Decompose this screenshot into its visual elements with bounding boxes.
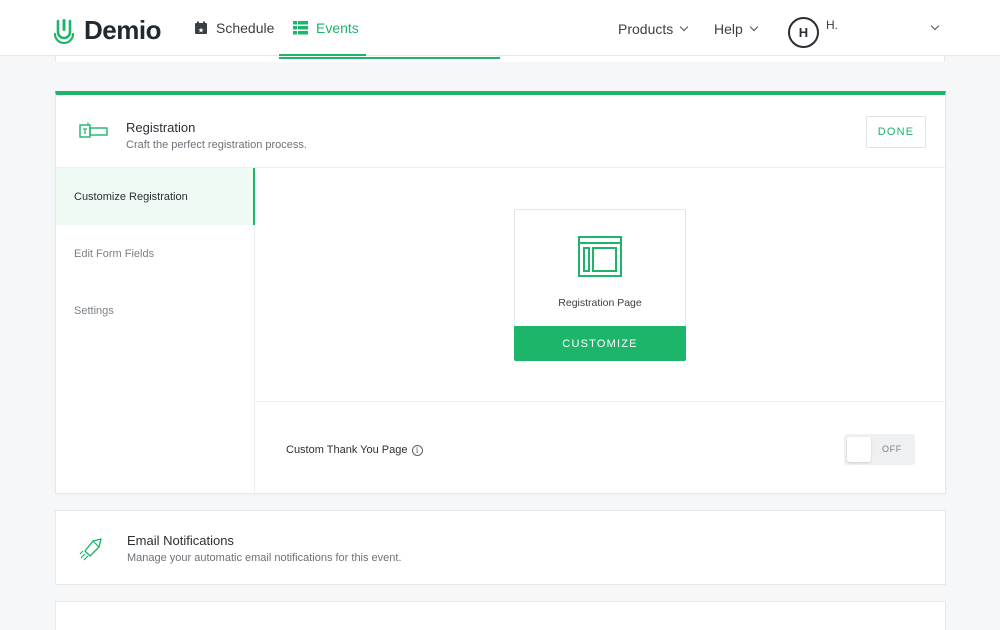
list-icon [293,21,308,35]
user-name: H. [826,18,838,32]
nav-events[interactable]: Events [293,20,359,36]
top-nav-bar: Demio ★ Schedule Events Products Help H … [0,0,1000,56]
nav-events-label: Events [316,20,359,36]
registration-card: Registration Craft the perfect registrat… [55,91,946,494]
toggle-knob [847,437,871,462]
brand-name: Demio [84,15,161,45]
email-notifications-title: Email Notifications [127,533,234,548]
email-notifications-subtitle: Manage your automatic email notification… [127,552,402,564]
toggle-state-label: OFF [882,444,902,454]
user-avatar[interactable]: H [788,17,819,48]
demio-logo-icon [53,18,75,44]
registration-page-label: Registration Page [558,297,642,309]
registration-sidebar: Customize Registration Edit Form Fields … [56,168,255,494]
chevron-down-icon [680,22,689,32]
registration-page-tile: Registration Page CUSTOMIZE [514,209,686,361]
brand-logo[interactable]: Demio [52,15,161,46]
paper-plane-icon [79,538,102,561]
user-menu-chevron-icon[interactable] [930,21,940,31]
thank-you-toggle[interactable]: OFF [844,434,915,465]
next-section-card [55,601,946,630]
nav-schedule[interactable]: ★ Schedule [194,20,274,36]
sidebar-item-customize-registration[interactable]: Customize Registration [56,168,255,225]
registration-ticket-icon [79,122,108,138]
registration-header: Registration Craft the perfect registrat… [56,95,945,168]
section-divider [255,401,945,402]
custom-thank-you-label: Custom Thank You Page [286,444,408,456]
registration-subtitle: Craft the perfect registration process. [126,139,307,151]
nav-schedule-label: Schedule [216,20,275,36]
done-button[interactable]: DONE [866,116,926,148]
page-layout-icon [578,236,622,277]
nav-help-label: Help [714,21,743,37]
custom-thank-you-row: Custom Thank You Page i [286,444,423,456]
sub-nav-strip [55,56,945,62]
nav-products-dropdown[interactable]: Products [618,21,689,37]
nav-help-dropdown[interactable]: Help [714,21,759,37]
nav-products-label: Products [618,21,674,37]
info-icon[interactable]: i [411,444,423,456]
sub-nav-active-indicator [279,57,500,59]
customize-button[interactable]: CUSTOMIZE [514,326,686,361]
sidebar-item-settings[interactable]: Settings [56,282,255,339]
sidebar-item-edit-form-fields[interactable]: Edit Form Fields [56,225,255,282]
svg-text:★: ★ [198,27,204,35]
calendar-icon: ★ [195,21,207,35]
email-notifications-card[interactable]: Email Notifications Manage your automati… [55,510,946,585]
registration-title: Registration [126,120,196,135]
chevron-down-icon [749,22,759,32]
